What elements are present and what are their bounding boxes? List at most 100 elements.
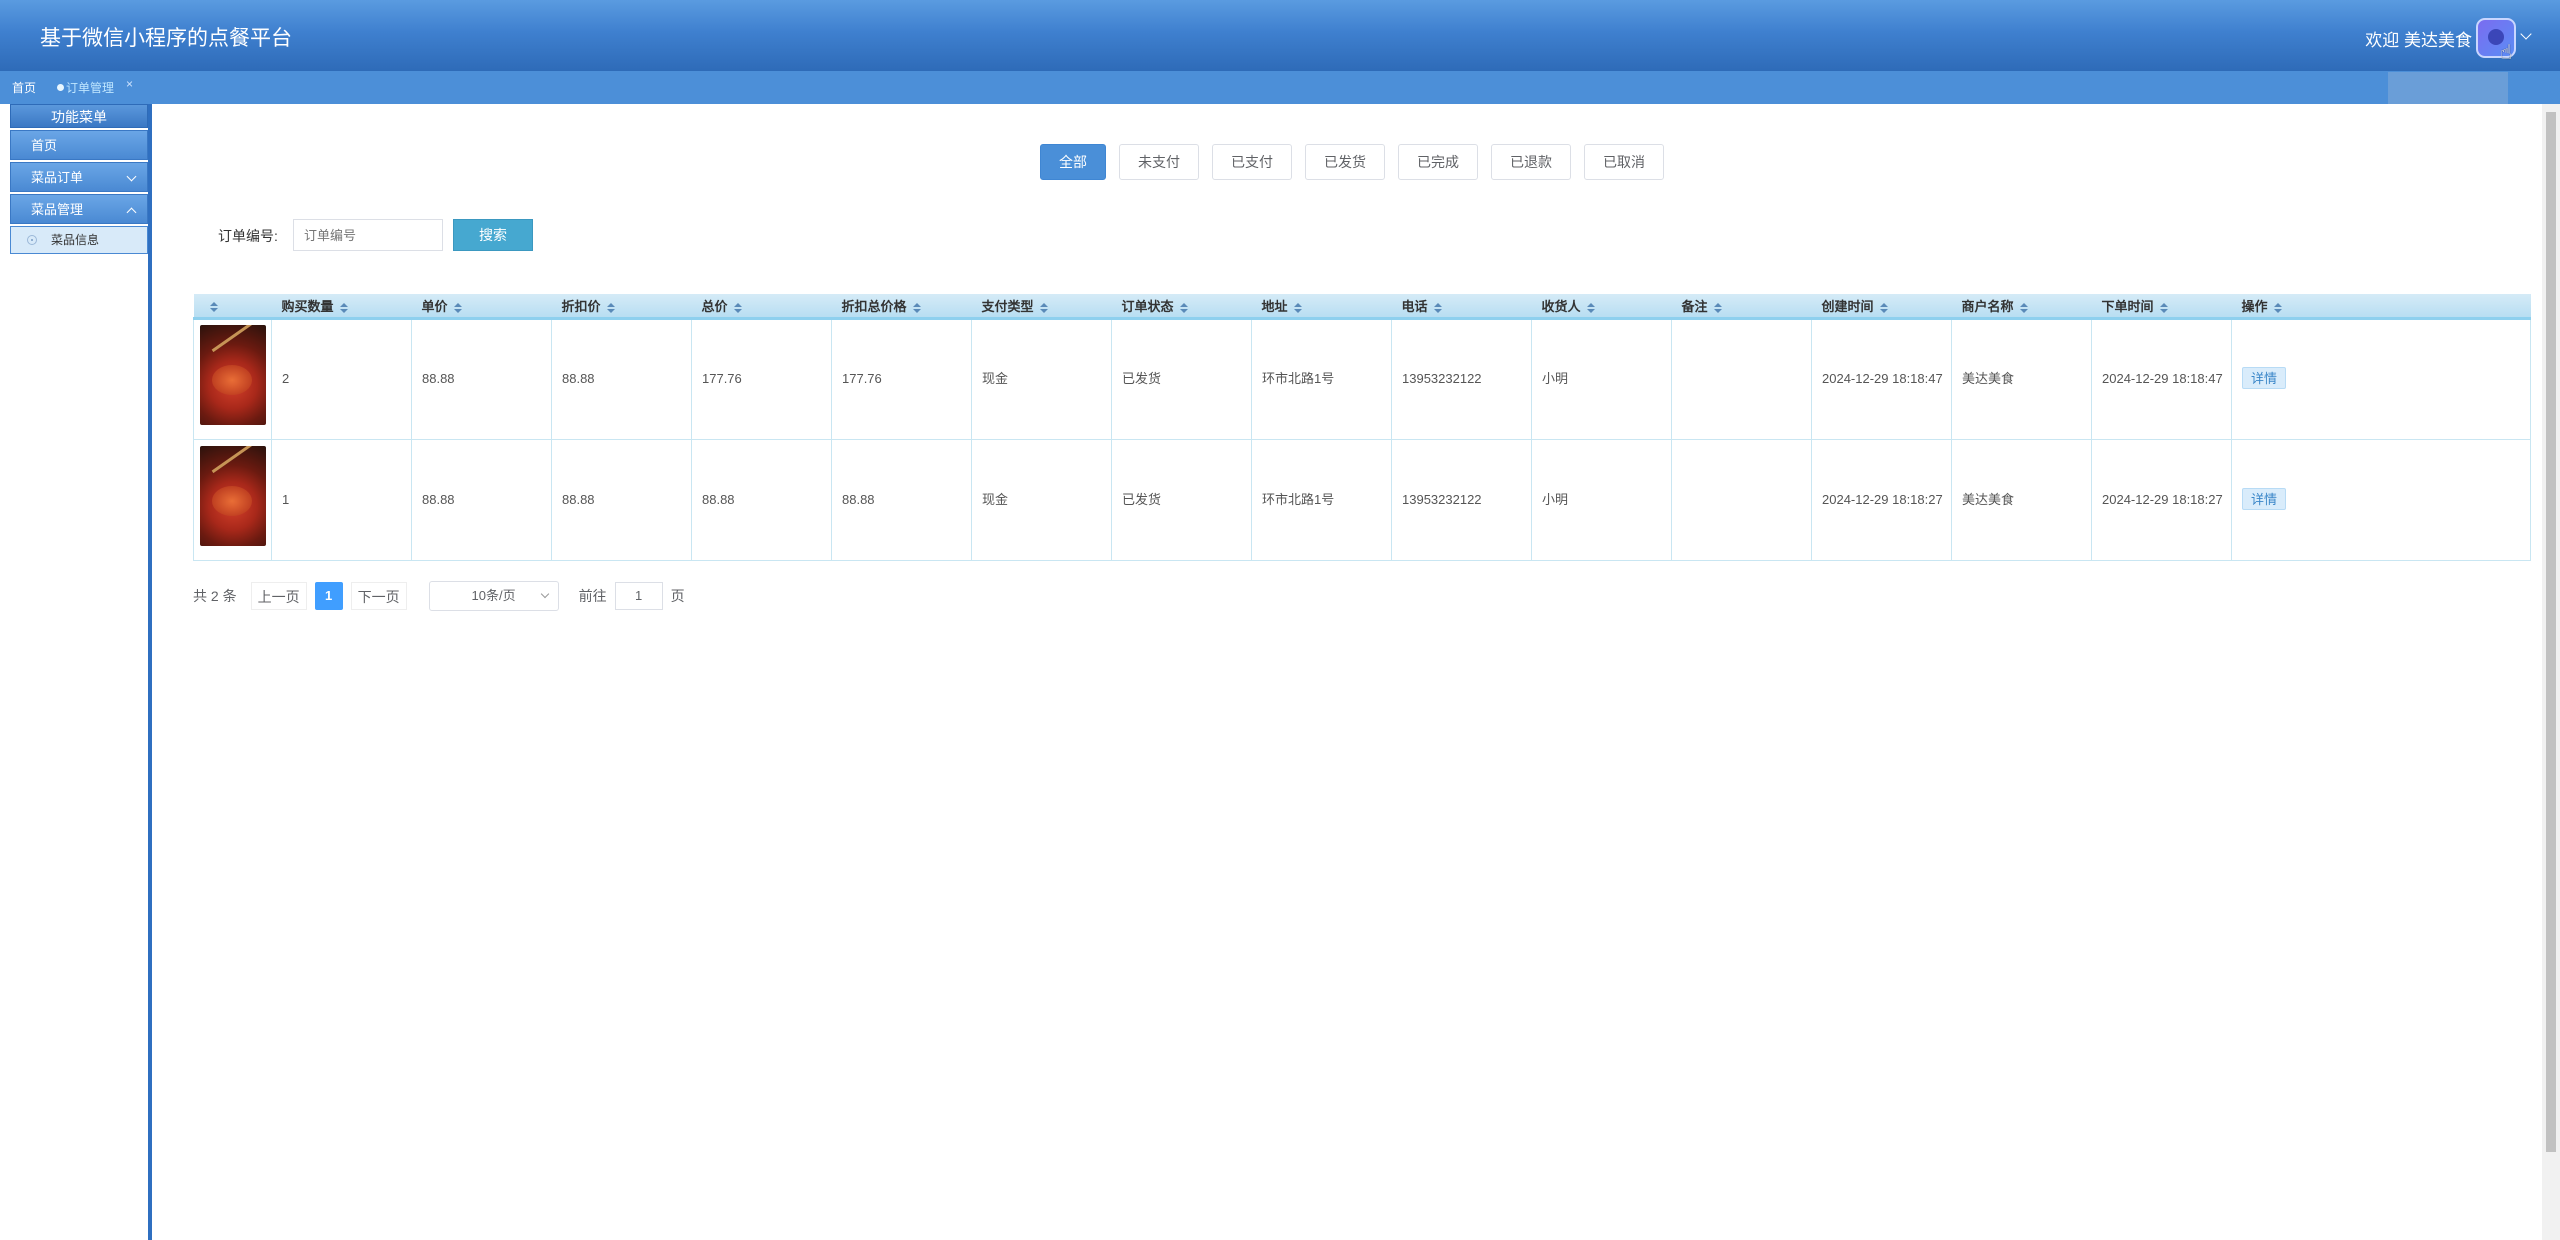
filter-refunded-button[interactable]: 已退款 — [1491, 144, 1571, 180]
filter-completed-button[interactable]: 已完成 — [1398, 144, 1478, 180]
goto-suffix: 页 — [670, 588, 685, 604]
sidebar-item-dish-orders[interactable]: 菜品订单 — [10, 162, 148, 192]
sidebar-item-home[interactable]: 首页 — [10, 130, 148, 160]
cell-address: 环市北路1号 — [1251, 317, 1392, 440]
sidebar: 功能菜单 首页 菜品订单 菜品管理 菜品信息 — [10, 104, 148, 254]
sort-icon[interactable] — [1586, 302, 1595, 313]
column-header-remark[interactable]: 备注 — [1671, 294, 1812, 320]
sort-icon[interactable] — [912, 302, 921, 313]
total-count: 共 2 条 — [193, 588, 237, 604]
column-header-merchant[interactable]: 商户名称 — [1951, 294, 2092, 320]
column-header-image[interactable] — [193, 294, 272, 320]
goto-page-input[interactable]: 1 — [614, 582, 663, 610]
tab-order-management[interactable]: 订单管理 — [57, 79, 114, 96]
sort-icon[interactable] — [606, 302, 615, 313]
table-header-row: 购买数量 单价 折扣价 总价 折扣总价格 支付类型 订单状态 地址 电话 收货人… — [193, 294, 2531, 320]
cell-discount-total: 88.88 — [831, 438, 972, 561]
column-header-discount[interactable]: 折扣价 — [551, 294, 692, 320]
sidebar-subitem-dish-info[interactable]: 菜品信息 — [10, 226, 148, 254]
dish-image[interactable] — [199, 445, 266, 546]
filter-all-button[interactable]: 全部 — [1040, 144, 1106, 180]
column-header-ordered[interactable]: 下单时间 — [2091, 294, 2232, 320]
column-header-receiver[interactable]: 收货人 — [1531, 294, 1672, 320]
sidebar-item-label: 菜品管理 — [31, 202, 84, 217]
vertical-scrollbar[interactable] — [2542, 104, 2560, 1240]
cell-status: 已发货 — [1111, 317, 1252, 440]
cell-discount: 88.88 — [551, 438, 692, 561]
cell-pay-type: 现金 — [971, 438, 1112, 561]
cell-phone: 13953232122 — [1391, 317, 1532, 440]
sidebar-title: 功能菜单 — [10, 104, 148, 128]
cell-qty: 1 — [271, 438, 412, 561]
column-header-address[interactable]: 地址 — [1251, 294, 1392, 320]
column-header-created[interactable]: 创建时间 — [1811, 294, 1952, 320]
sort-icon[interactable] — [1039, 302, 1048, 313]
cell-merchant: 美达美食 — [1951, 317, 2092, 440]
cell-remark — [1671, 438, 1812, 561]
detail-button[interactable]: 详情 — [2242, 367, 2287, 389]
sort-icon[interactable] — [2019, 302, 2028, 313]
sidebar-item-dish-management[interactable]: 菜品管理 — [10, 194, 148, 224]
filter-unpaid-button[interactable]: 未支付 — [1119, 144, 1199, 180]
app-header: 基于微信小程序的点餐平台 欢迎 美达美食 — [0, 0, 2560, 71]
scrollbar-thumb[interactable] — [2546, 112, 2556, 1152]
tab-home[interactable]: 首页 — [12, 79, 36, 96]
pagination: 共 2 条 上一页 1 下一页 10条/页 前往 1 页 — [193, 581, 685, 611]
cell-receiver: 小明 — [1531, 317, 1672, 440]
sort-icon[interactable] — [733, 302, 742, 313]
order-number-input[interactable] — [293, 219, 443, 251]
filter-paid-button[interactable]: 已支付 — [1212, 144, 1292, 180]
dish-image[interactable] — [199, 325, 266, 425]
sort-icon[interactable] — [1713, 302, 1722, 313]
goto-label: 前往 — [578, 588, 607, 604]
cell-total: 88.88 — [691, 438, 832, 561]
status-filter-group: 全部 未支付 已支付 已发货 已完成 已退款 已取消 — [1040, 144, 1664, 180]
cell-remark — [1671, 317, 1812, 440]
prev-page-button[interactable]: 上一页 — [250, 582, 307, 610]
cell-address: 环市北路1号 — [1251, 438, 1392, 561]
column-header-action[interactable]: 操作 — [2231, 294, 2531, 320]
sort-icon[interactable] — [209, 301, 218, 312]
filter-cancelled-button[interactable]: 已取消 — [1584, 144, 1664, 180]
sort-icon[interactable] — [1879, 302, 1888, 313]
chevron-up-icon — [126, 207, 137, 218]
column-header-phone[interactable]: 电话 — [1391, 294, 1532, 320]
sort-icon[interactable] — [2159, 302, 2168, 313]
page-number-button[interactable]: 1 — [314, 582, 343, 610]
next-page-button[interactable]: 下一页 — [350, 582, 407, 610]
page-size-value: 10条/页 — [471, 588, 516, 603]
tab-scroll-thumb[interactable] — [2388, 72, 2508, 104]
active-dot-icon — [57, 84, 64, 91]
cell-phone: 13953232122 — [1391, 438, 1532, 561]
filter-shipped-button[interactable]: 已发货 — [1305, 144, 1385, 180]
sort-icon[interactable] — [1433, 302, 1442, 313]
cell-created: 2024-12-29 18:18:47 — [1811, 317, 1952, 440]
tab-order-management-label: 订单管理 — [66, 81, 115, 95]
sort-icon[interactable] — [453, 302, 462, 313]
cell-merchant: 美达美食 — [1951, 438, 2092, 561]
column-header-status[interactable]: 订单状态 — [1111, 294, 1252, 320]
orders-table: 购买数量 单价 折扣价 总价 折扣总价格 支付类型 订单状态 地址 电话 收货人… — [193, 294, 2531, 561]
table-row: 1 88.88 88.88 88.88 88.88 现金 已发货 环市北路1号 … — [193, 438, 2531, 561]
column-header-discount-total[interactable]: 折扣总价格 — [831, 294, 972, 320]
cell-created: 2024-12-29 18:18:27 — [1811, 438, 1952, 561]
sidebar-divider — [148, 104, 152, 1240]
sidebar-item-label: 菜品订单 — [31, 170, 84, 185]
sort-icon[interactable] — [1293, 302, 1302, 313]
sort-icon[interactable] — [1179, 302, 1188, 313]
column-header-qty[interactable]: 购买数量 — [271, 294, 412, 320]
column-header-price[interactable]: 单价 — [411, 294, 552, 320]
detail-button[interactable]: 详情 — [2242, 487, 2287, 510]
sidebar-item-label: 首页 — [31, 138, 58, 153]
column-header-pay-type[interactable]: 支付类型 — [971, 294, 1112, 320]
sidebar-subitem-label: 菜品信息 — [51, 233, 100, 247]
tab-close-icon[interactable]: × — [126, 77, 133, 91]
sort-icon[interactable] — [2273, 302, 2282, 313]
page-size-select[interactable]: 10条/页 — [428, 581, 559, 611]
order-number-label: 订单编号: — [218, 228, 278, 244]
cell-price: 88.88 — [411, 317, 552, 440]
search-button[interactable]: 搜索 — [453, 219, 533, 251]
sort-icon[interactable] — [339, 302, 348, 313]
chevron-down-icon — [540, 589, 549, 599]
column-header-total[interactable]: 总价 — [691, 294, 832, 320]
